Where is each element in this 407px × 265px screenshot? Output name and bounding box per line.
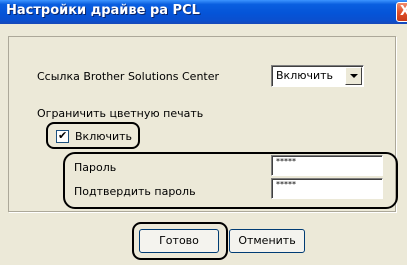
password-field[interactable]: ***** [271, 155, 383, 176]
enable-checkbox-label: Включить [75, 130, 133, 143]
chevron-down-icon [350, 74, 358, 78]
brother-solutions-label: Ссылка Brother Solutions Center [37, 70, 220, 83]
enable-checkbox[interactable]: ✔ [56, 129, 69, 143]
dialog-title: Настройки драйве ра PCL [6, 3, 200, 18]
close-icon: X [400, 4, 407, 19]
color-restrict-label: Ограничить цветную печать [37, 107, 204, 120]
pcl-driver-settings-dialog: Настройки драйве ра PCL X Ссылка Brother… [0, 0, 407, 265]
dropdown-arrow-button[interactable] [345, 67, 362, 85]
confirm-password-label: Подтвердить пароль [74, 185, 196, 198]
confirm-password-field[interactable]: ***** [271, 178, 383, 199]
confirm-password-value: ***** [276, 180, 296, 189]
password-value: ***** [276, 157, 296, 166]
check-icon: ✔ [58, 129, 68, 142]
brother-solutions-selected: Включить [276, 69, 334, 82]
title-bar[interactable]: Настройки драйве ра PCL X [0, 0, 407, 24]
brother-solutions-dropdown[interactable]: Включить [271, 65, 364, 87]
ok-button[interactable]: Готово [139, 229, 219, 253]
close-button[interactable]: X [396, 2, 407, 22]
password-label: Пароль [74, 161, 117, 174]
cancel-button[interactable]: Отменить [229, 229, 305, 253]
